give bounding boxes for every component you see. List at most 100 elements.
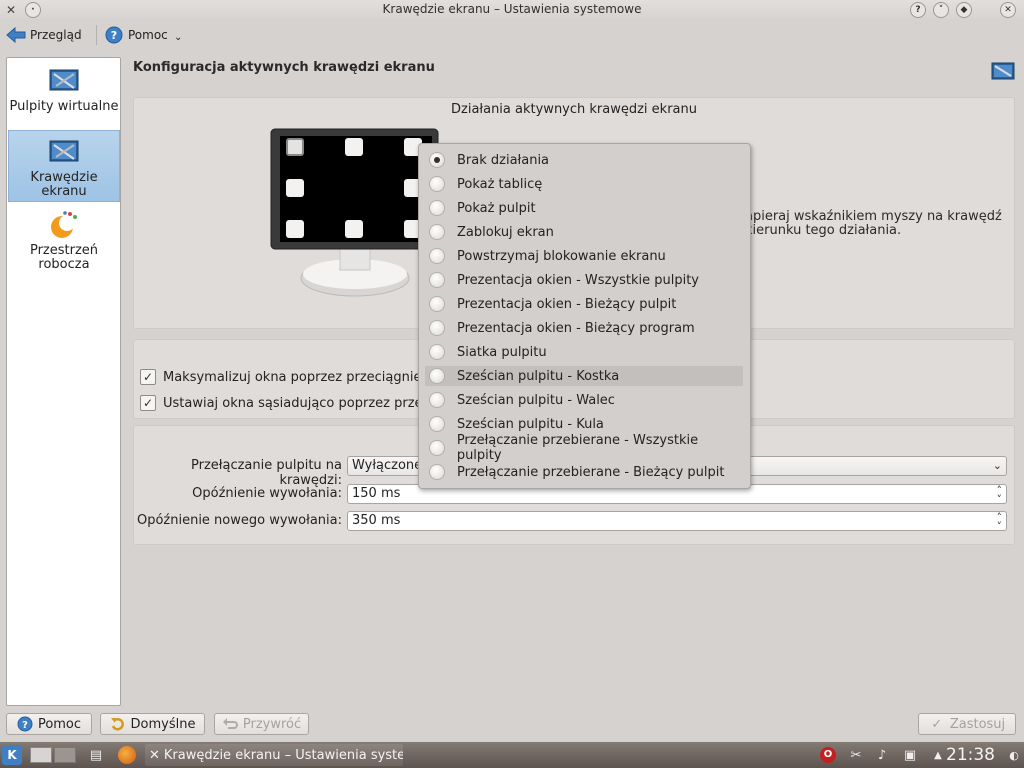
corner-bottom-left-button[interactable]	[286, 220, 304, 238]
menu-item-label: Prezentacja okien - Wszystkie pulpity	[457, 272, 699, 288]
menu-item-label: Powstrzymaj blokowanie ekranu	[457, 248, 666, 264]
toolbar-separator	[96, 25, 97, 45]
taskbar-task[interactable]: ✕ Krawędzie ekranu – Ustawienia system	[145, 744, 403, 766]
edge-bottom-button[interactable]	[345, 220, 363, 238]
radio-button	[429, 248, 445, 264]
desktop-switch-label: Przełączanie pulpitu na krawędzi:	[191, 458, 342, 488]
tray-expand-icon[interactable]: ▲	[930, 747, 946, 763]
minimize-button[interactable]: ˅	[933, 2, 949, 18]
menu-item[interactable]: Pokaż pulpit	[425, 198, 743, 218]
sidebar-item-virtual-desktops[interactable]: Pulpity wirtualne	[8, 60, 120, 132]
firefox-icon[interactable]	[118, 746, 136, 764]
taskbar-task-label: Krawędzie ekranu – Ustawienia system	[163, 747, 403, 763]
reset-button-label: Przywróć	[242, 716, 302, 732]
maximize-button[interactable]: ◆	[956, 2, 972, 18]
menu-item-label: Przełączanie przebierane - Wszystkie pul…	[456, 433, 699, 463]
tile-checkbox[interactable]: ✓	[140, 395, 156, 411]
help-button[interactable]: ? Pomoc	[6, 713, 92, 735]
file-manager-icon[interactable]: ▤	[88, 747, 104, 763]
reactivation-delay-label: Opóźnienie nowego wywołania:	[136, 513, 342, 528]
menu-item[interactable]: Sześcian pulpitu - Kula	[425, 414, 743, 434]
menu-item-label: Sześcian pulpitu - Kostka	[457, 368, 620, 384]
radio-button	[429, 320, 445, 336]
spin-arrows-icon[interactable]: ˄ ˅	[997, 485, 1003, 505]
menu-item[interactable]: Sześcian pulpitu - Walec	[425, 390, 743, 410]
defaults-button[interactable]: Domyślne	[100, 713, 205, 735]
edge-top-button[interactable]	[345, 138, 363, 156]
opera-icon[interactable]: O	[820, 747, 836, 763]
menu-item-label: Pokaż pulpit	[457, 200, 536, 216]
desktop-pager-1[interactable]	[30, 747, 52, 763]
help-title-button[interactable]: ?	[910, 2, 926, 18]
printer-icon[interactable]: ▣	[902, 747, 918, 763]
help-label: Pomoc	[128, 28, 168, 42]
page-title: Konfiguracja aktywnych krawędzi ekranu	[133, 60, 435, 75]
edge-action-menu: Brak działania Pokaż tablicę Pokaż pulpi…	[418, 143, 751, 489]
menu-item[interactable]: Przełączanie przebierane - Wszystkie pul…	[425, 433, 743, 463]
chevron-down-icon: ⌄	[992, 459, 1002, 472]
radio-button	[429, 392, 445, 408]
close-button[interactable]: ✕	[1000, 2, 1016, 18]
spin-arrows-icon[interactable]: ˄ ˅	[997, 512, 1003, 532]
menu-item[interactable]: Przełączanie przebierane - Bieżący pulpi…	[425, 462, 743, 482]
kde-menu-icon[interactable]: K	[2, 745, 22, 765]
clock[interactable]: 21:38	[946, 745, 995, 765]
radio-button	[429, 440, 445, 456]
radio-button	[429, 224, 445, 240]
menu-item[interactable]: Prezentacja okien - Bieżący program	[425, 318, 743, 338]
svg-text:?: ?	[22, 720, 28, 731]
sidebar-item-screen-edges[interactable]: Krawędzie ekranu	[8, 130, 120, 202]
sidebar-item-label: Przestrzeń robocza	[29, 243, 99, 272]
hint-text: apieraj wskaźnikiem myszy na krawędź kie…	[745, 210, 1002, 238]
sidebar-item-workspace[interactable]: Przestrzeń robocza	[8, 204, 120, 276]
menu-item-highlighted[interactable]: Sześcian pulpitu - Kostka	[425, 366, 743, 386]
maximize-option[interactable]: ✓ Maksymalizuj okna poprzez przeciągnięc…	[140, 368, 440, 386]
chevron-down-icon: ⌄	[174, 32, 183, 43]
apply-button[interactable]: ✓ Zastosuj	[918, 713, 1016, 735]
back-arrow-icon	[6, 25, 26, 45]
check-icon: ✓	[931, 716, 943, 732]
svg-text:?: ?	[111, 29, 117, 42]
tile-option[interactable]: ✓ Ustawiaj okna sąsiadująco poprzez prze…	[140, 394, 433, 412]
menu-item-label: Prezentacja okien - Bieżący pulpit	[457, 296, 677, 312]
radio-button	[429, 464, 445, 480]
radio-button	[429, 296, 445, 312]
window-title: Krawędzie ekranu – Ustawienia systemowe	[382, 2, 642, 16]
back-button[interactable]: Przegląd	[6, 24, 82, 46]
menu-item-label: Siatka pulpitu	[457, 344, 547, 360]
hint-line-1: apieraj wskaźnikiem myszy na krawędź	[745, 209, 1002, 224]
reactivation-delay-spinbox[interactable]: 350 ms ˄ ˅	[347, 511, 1007, 532]
maximize-label: Maksymalizuj okna poprzez przeciągnięcie	[163, 369, 441, 385]
menu-item[interactable]: Brak działania	[425, 150, 743, 170]
title-bar[interactable]: ✕ · Krawędzie ekranu – Ustawienia system…	[0, 0, 1024, 20]
cashew-icon[interactable]: ◐	[1006, 747, 1022, 763]
maximize-checkbox[interactable]: ✓	[140, 369, 156, 385]
menu-item[interactable]: Zablokuj ekran	[425, 222, 743, 242]
radio-button	[429, 152, 445, 168]
reset-button[interactable]: Przywróć	[214, 713, 309, 735]
menu-item[interactable]: Prezentacja okien - Bieżący pulpit	[425, 294, 743, 314]
desktop-pager-2[interactable]	[54, 747, 76, 763]
sidebar: Pulpity wirtualne Krawędzie ekranu Przes…	[6, 57, 121, 706]
workspace-icon	[48, 210, 80, 240]
scissors-icon[interactable]: ✂	[848, 747, 864, 763]
screen-edges-icon	[48, 137, 80, 167]
sidebar-item-label: Pulpity wirtualne	[9, 99, 119, 114]
help-icon: ?	[104, 25, 124, 45]
group-caption: Działania aktywnych krawędzi ekranu	[451, 102, 697, 117]
reactivation-delay-value: 350 ms	[352, 513, 401, 528]
reset-icon	[222, 716, 238, 732]
menu-item[interactable]: Pokaż tablicę	[425, 174, 743, 194]
menu-item-label: Przełączanie przebierane - Bieżący pulpi…	[457, 464, 725, 480]
taskbar: K ▤ ✕ Krawędzie ekranu – Ustawienia syst…	[0, 742, 1024, 768]
menu-item-label: Zablokuj ekran	[457, 224, 554, 240]
menu-item[interactable]: Siatka pulpitu	[425, 342, 743, 362]
corner-top-left-button[interactable]	[286, 138, 304, 156]
help-menu-button[interactable]: ? Pomoc ⌄	[104, 24, 182, 46]
menu-item[interactable]: Prezentacja okien - Wszystkie pulpity	[425, 270, 743, 290]
desktop-switch-value: Wyłączone	[352, 458, 423, 473]
menu-item-label: Sześcian pulpitu - Kula	[457, 416, 604, 432]
menu-item[interactable]: Powstrzymaj blokowanie ekranu	[425, 246, 743, 266]
volume-icon[interactable]: ♪	[874, 747, 890, 763]
edge-left-button[interactable]	[286, 179, 304, 197]
